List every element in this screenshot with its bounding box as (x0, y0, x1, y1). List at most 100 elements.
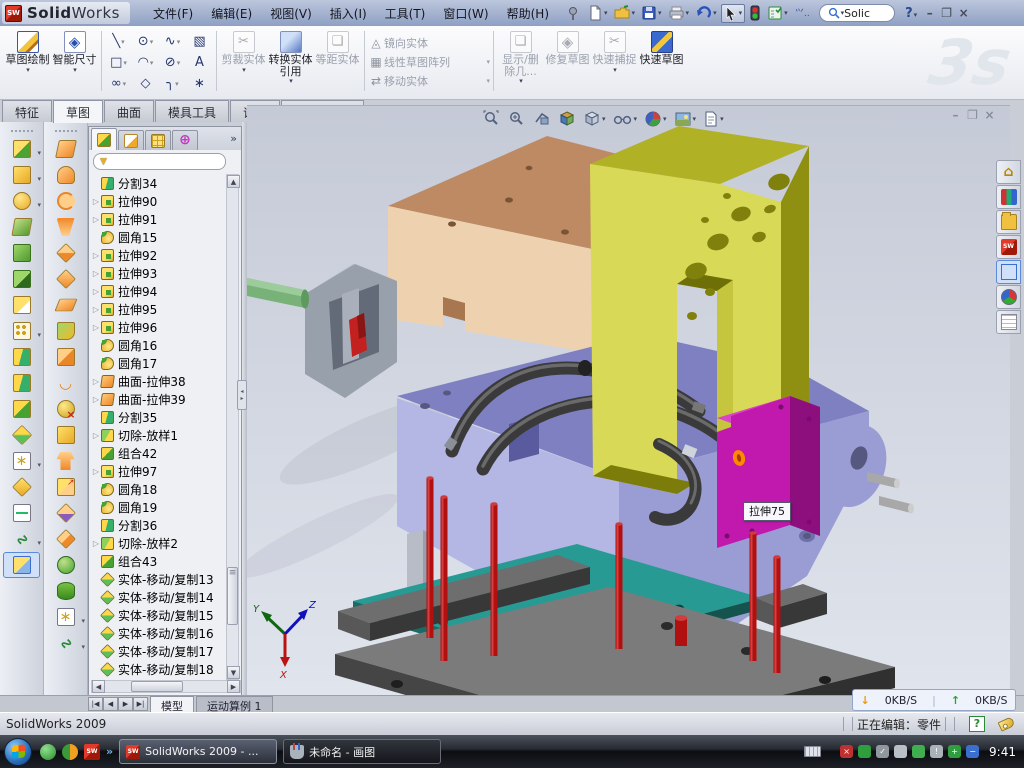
rebuild-icon[interactable] (747, 4, 763, 22)
magenta-slide-block[interactable] (717, 396, 820, 548)
expand-arrow-icon[interactable]: ▷ (91, 431, 101, 440)
tab-nav-button[interactable]: |◀ (88, 697, 103, 711)
close-button[interactable]: × (955, 6, 972, 20)
doc-minimize-button[interactable]: – (947, 108, 964, 122)
scroll-right-icon[interactable]: ▶ (227, 680, 240, 693)
featuremanager-tab[interactable] (91, 128, 117, 150)
tree-item[interactable]: 实体-移动/复制16 (91, 624, 227, 642)
rapid-sketch-button[interactable]: 快速草图 (638, 29, 685, 66)
tree-item[interactable]: ▷切除-放样1 (91, 426, 227, 444)
slot-icon[interactable]: ∞▾ (105, 73, 132, 94)
expand-arrow-icon[interactable]: ▷ (91, 251, 101, 260)
taskbar-window-paint[interactable]: 未命名 - 画图 (283, 739, 441, 764)
tree-item[interactable]: 分割35 (91, 408, 227, 426)
hide-show-items-icon[interactable]: ▾ (613, 111, 638, 127)
graphics-viewport[interactable]: Y Z X ▾▾▾▾▾ – ❐ × 拉伸75 (247, 105, 1010, 695)
expand-arrow-icon[interactable]: ▷ (91, 539, 101, 548)
extruded-surface-icon[interactable] (44, 136, 87, 162)
search-box[interactable]: ▾ (819, 4, 896, 22)
tree-item[interactable]: ▷曲面-拉伸39 (91, 390, 227, 408)
rectangle-icon[interactable]: □▾ (105, 52, 132, 73)
expand-arrow-icon[interactable]: ▷ (91, 323, 101, 332)
filled-surface-icon[interactable] (44, 266, 87, 292)
tree-item[interactable]: 组合42 (91, 444, 227, 462)
combine-icon[interactable] (0, 396, 43, 422)
section-view-icon[interactable] (533, 110, 551, 128)
tree-item[interactable]: 实体-移动/复制18 (91, 660, 227, 678)
tree-item[interactable]: ▷拉伸91 (91, 210, 227, 228)
menu-item[interactable]: 帮助(H) (498, 1, 558, 26)
media-icon[interactable] (62, 744, 78, 760)
solidworks-resources-tab[interactable]: ⌂ (996, 160, 1021, 184)
tree-item[interactable]: 圆角17 (91, 354, 227, 372)
circle-icon[interactable]: ⊙▾ (132, 31, 159, 52)
boundary-surface-icon[interactable] (44, 240, 87, 266)
scroll-up-icon[interactable]: ▲ (227, 175, 240, 188)
open-icon[interactable]: ▾ (612, 4, 638, 22)
menu-item[interactable]: 窗口(W) (434, 1, 497, 26)
tree-filter[interactable]: ▼ (93, 153, 226, 170)
tree-filter-input[interactable] (111, 156, 236, 167)
loft-icon[interactable] (0, 214, 43, 240)
split-icon-2[interactable] (0, 370, 43, 396)
file-explorer-tab[interactable] (996, 210, 1021, 234)
doc-restore-button[interactable]: ❐ (964, 108, 981, 122)
tab-模具工具[interactable]: 模具工具 (155, 100, 229, 122)
tree-item[interactable]: 圆角15 (91, 228, 227, 246)
start-button[interactable] (4, 738, 32, 766)
tree-item[interactable]: ▷拉伸92 (91, 246, 227, 264)
scroll-left-icon[interactable]: ◀ (92, 680, 105, 693)
options-icon[interactable]: ▾ (765, 4, 790, 22)
zoom-to-area-icon[interactable] (508, 110, 526, 128)
offset-surface-icon[interactable] (44, 318, 87, 344)
tree-item[interactable]: 圆角19 (91, 498, 227, 516)
network-warning-icon[interactable]: ! (930, 745, 943, 758)
tab-nav-button[interactable]: ▶| (133, 697, 148, 711)
tree-item[interactable]: ▷拉伸94 (91, 282, 227, 300)
overflow-icon[interactable]: ⺍.. (792, 4, 812, 22)
cut-icon[interactable] (0, 266, 43, 292)
tree-item[interactable]: ▷曲面-拉伸38 (91, 372, 227, 390)
expand-arrow-icon[interactable]: ▷ (91, 269, 101, 278)
split-icon[interactable] (0, 344, 43, 370)
messenger-icon[interactable] (40, 744, 56, 760)
boss-icon[interactable] (0, 240, 43, 266)
appearances-icon[interactable]: ▾ (644, 110, 667, 128)
solidworks-search-tab[interactable]: SW (996, 235, 1021, 259)
security-center-icon[interactable]: × (840, 745, 853, 758)
plane-icon[interactable] (0, 474, 43, 500)
select-entities-icon[interactable]: ▧ (186, 31, 213, 52)
extrude-cut-icon[interactable]: ▾ (0, 162, 43, 188)
tree-vertical-scrollbar[interactable]: ▲ ▼ (226, 174, 239, 680)
tree-item[interactable]: 分割34 (91, 174, 227, 192)
volume-icon[interactable] (894, 745, 907, 758)
save-icon[interactable]: ▾ (639, 4, 664, 22)
mid-surface-icon[interactable] (44, 578, 87, 604)
ruled-surface-icon[interactable] (44, 344, 87, 370)
tree-item[interactable]: 组合43 (91, 552, 227, 570)
horizontal-scroll-thumb[interactable] (131, 681, 183, 692)
hole-wizard-icon[interactable] (0, 292, 43, 318)
display-style-icon[interactable]: ▾ (583, 110, 606, 128)
view-orientation-icon[interactable] (558, 110, 576, 128)
expand-arrow-icon[interactable]: ▷ (91, 467, 101, 476)
extend-surface-icon[interactable] (44, 474, 87, 500)
instant3d-icon[interactable] (3, 552, 40, 578)
sketch-button[interactable]: 草图绘制▾ (4, 29, 51, 74)
smart-dimension-button[interactable]: 智能尺寸▾ (51, 29, 98, 74)
tree-item[interactable]: 圆角16 (91, 336, 227, 354)
tag-icon[interactable] (998, 716, 1016, 731)
propertymanager-tab[interactable] (118, 130, 144, 150)
resource-monitor-icon[interactable]: − (966, 745, 979, 758)
quick-launch-overflow-icon[interactable]: » (106, 745, 113, 758)
reference-point-icon[interactable]: ▾ (0, 448, 43, 474)
linear-pattern-icon[interactable]: ▾ (0, 318, 43, 344)
point-icon[interactable]: ∗ (186, 73, 213, 94)
menu-item[interactable]: 编辑(E) (202, 1, 261, 26)
knit-surface-icon[interactable] (44, 526, 87, 552)
design-library-tab[interactable] (996, 185, 1021, 209)
tree-item[interactable]: 实体-移动/复制17 (91, 642, 227, 660)
menu-item[interactable]: 视图(V) (261, 1, 321, 26)
planar-surface-icon[interactable] (44, 292, 87, 318)
new-document-icon[interactable]: ▾ (585, 4, 610, 22)
